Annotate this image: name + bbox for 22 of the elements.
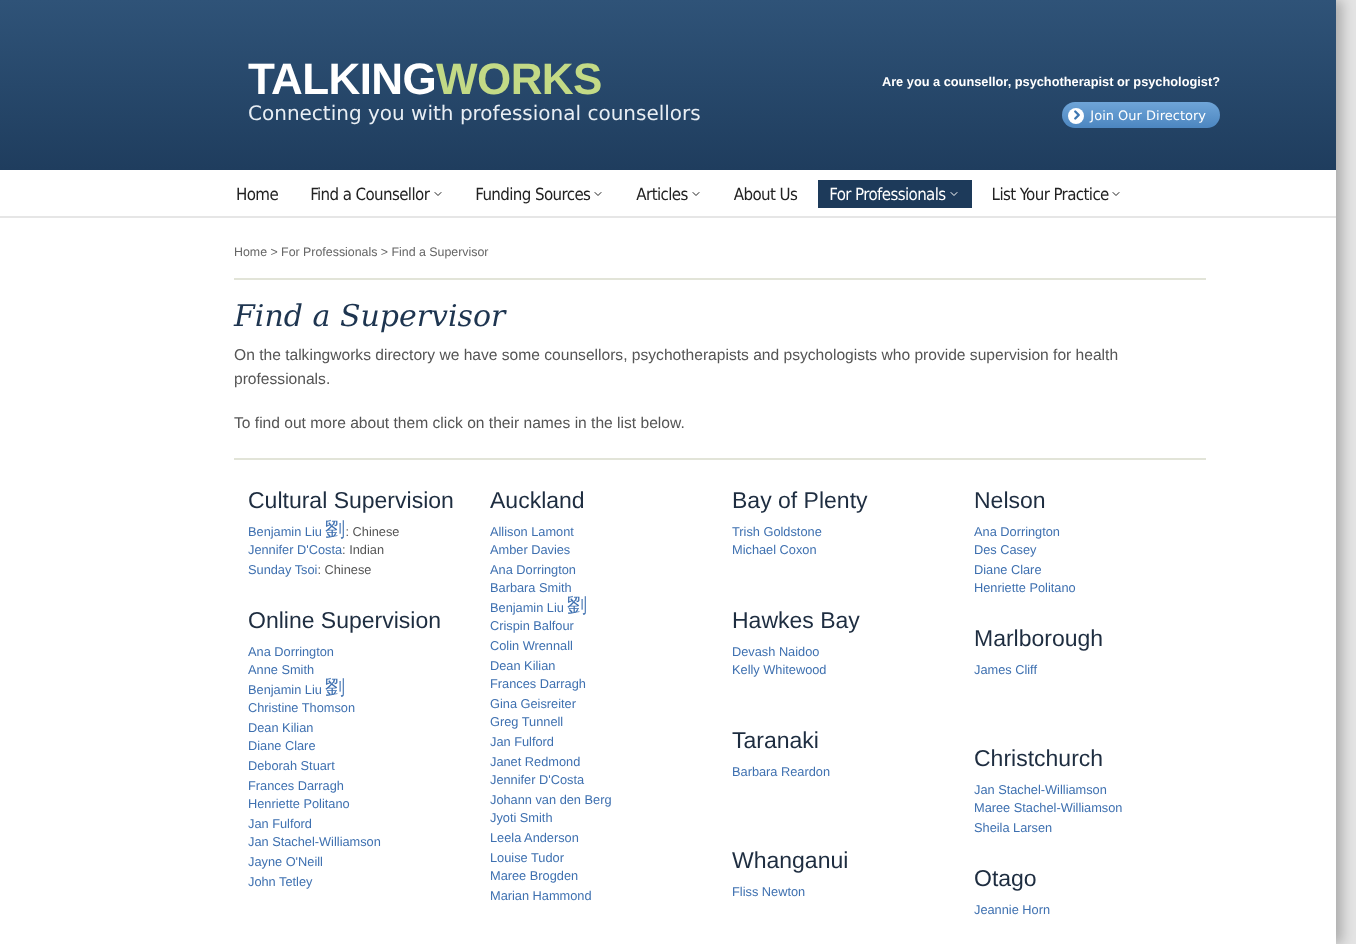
nav-item[interactable]: Home bbox=[224, 179, 291, 207]
site-logo[interactable]: TALKINGWORKS bbox=[248, 58, 701, 102]
region-heading: Christchurch bbox=[974, 747, 1106, 772]
nav-item[interactable]: About Us bbox=[721, 179, 810, 207]
region-heading: Cultural Supervision bbox=[248, 489, 456, 513]
nav-item[interactable]: Find a Counsellor bbox=[298, 179, 456, 207]
region-heading: Otago bbox=[974, 867, 1039, 892]
region-heading: Auckland bbox=[490, 489, 587, 513]
region-heading: Marlborough bbox=[974, 627, 1106, 652]
tagline: Connecting you with professional counsellors bbox=[248, 104, 701, 126]
nav-item[interactable]: Articles bbox=[624, 179, 714, 207]
region-heading: Taranaki bbox=[732, 729, 821, 753]
nav-item[interactable]: For Professionals bbox=[817, 179, 972, 207]
arrow-icon bbox=[1068, 107, 1085, 123]
region-heading: Whanganui bbox=[732, 849, 851, 873]
region-heading: Bay of Plenty bbox=[732, 489, 870, 513]
region-heading: Nelson bbox=[974, 489, 1048, 513]
page-title: Find a Supervisor bbox=[234, 298, 509, 334]
region-heading: Online Supervision bbox=[248, 609, 444, 633]
nav-item[interactable]: List Your Practice bbox=[979, 179, 1135, 207]
region-heading: Hawkes Bay bbox=[732, 609, 862, 633]
nav-item[interactable]: Funding Sources bbox=[463, 179, 617, 207]
